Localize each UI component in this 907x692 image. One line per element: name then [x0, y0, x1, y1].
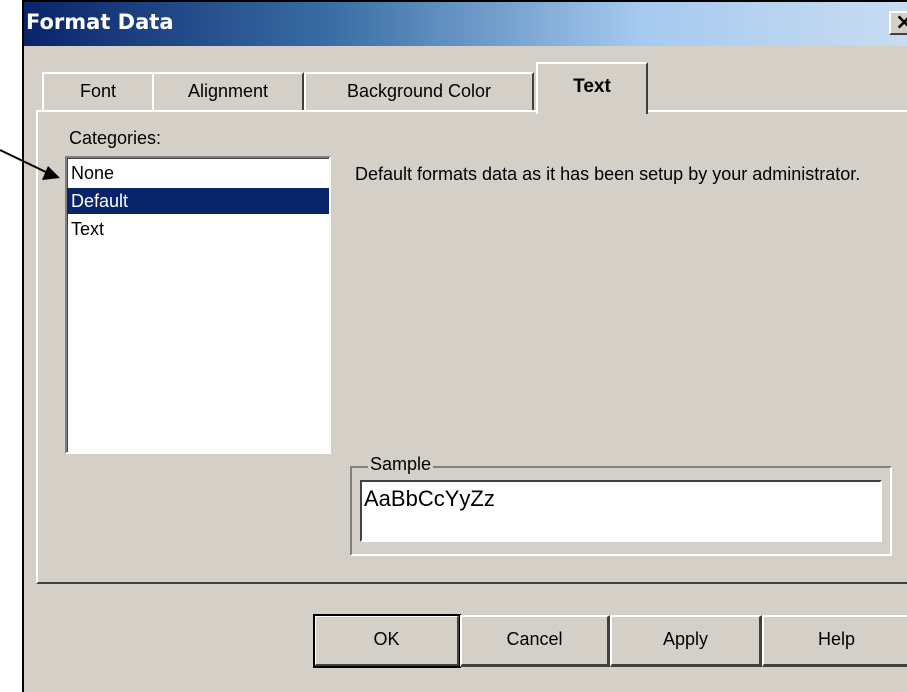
apply-button[interactable]: Apply — [610, 615, 762, 667]
categories-label: Categories: — [69, 128, 162, 148]
list-item-text[interactable]: Text — [67, 216, 329, 242]
sample-group: Sample AaBbCcYyZz — [350, 454, 892, 556]
title-bar: Format Data × — [24, 2, 907, 46]
help-button[interactable]: Help — [762, 615, 907, 667]
sample-preview: AaBbCcYyZz — [360, 480, 882, 542]
format-data-dialog: Format Data × Font Alignment Background … — [22, 0, 907, 692]
category-description: Default formats data as it has been setu… — [355, 164, 861, 184]
tab-background-color[interactable]: Background Color — [304, 72, 534, 112]
tab-alignment[interactable]: Alignment — [152, 72, 304, 112]
list-item-none[interactable]: None — [67, 160, 329, 186]
categories-listbox[interactable]: None Default Text — [65, 156, 331, 454]
dialog-title: Format Data — [26, 10, 174, 34]
close-icon[interactable]: × — [889, 11, 907, 35]
tab-font[interactable]: Font — [42, 72, 154, 112]
cancel-button[interactable]: Cancel — [460, 615, 610, 667]
ok-button[interactable]: OK — [313, 614, 461, 668]
tab-text[interactable]: Text — [536, 62, 648, 114]
list-item-default[interactable]: Default — [67, 188, 329, 214]
sample-label: Sample — [368, 454, 434, 475]
